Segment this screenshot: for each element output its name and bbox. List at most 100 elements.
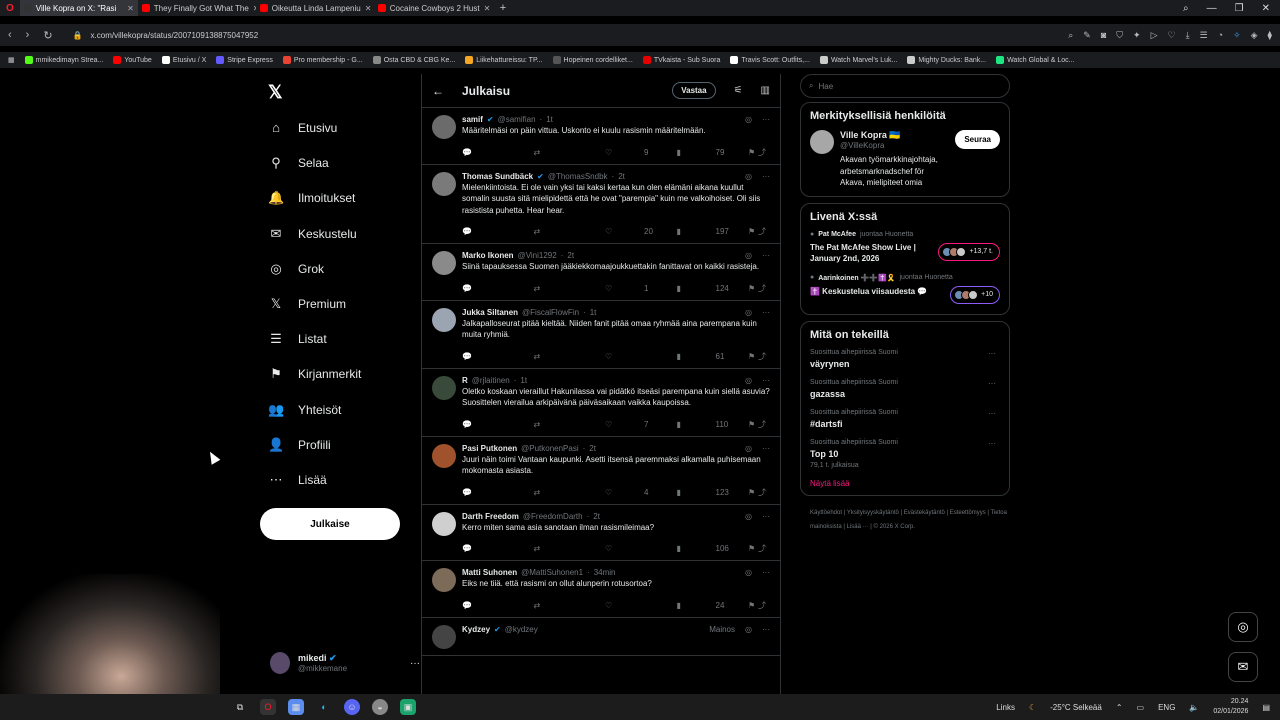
views-action[interactable]: ▮ 61 [677,351,749,362]
bookmark-item[interactable]: Liikehattureissu: TP... [465,56,543,64]
bookmark-action-icon[interactable]: ⚑ [748,543,758,554]
footer-link[interactable]: © 2026 X Corp. [874,524,915,530]
reply-tweet[interactable]: Darth Freedom @FreedomDarth · 2t ◎ ··· Kerro m… [422,505,780,561]
retweet-action[interactable]: ⇄ [534,351,606,362]
author-handle[interactable]: @PutkonenPasi [521,444,579,453]
x-logo-icon[interactable]: 𝕏 [268,82,283,103]
reply-action[interactable]: 💬 [462,419,534,430]
reply-action[interactable]: 💬 [462,147,534,158]
share-icon[interactable]: ⤴ [758,487,768,498]
shield-icon[interactable]: ⛉ [1116,30,1123,41]
author-handle[interactable]: @ThomasSndbk [548,172,608,181]
heart-icon[interactable]: ♡ [1168,30,1176,41]
grok-icon[interactable]: ◎ [745,568,752,577]
discord-icon[interactable]: ☺ [344,699,360,715]
reply-tweet[interactable]: Matti Suhonen @MattiSuhonen1 · 34min ◎ ··· Eik… [422,561,780,618]
bookmark-item[interactable]: Mighty Ducks: Bank... [907,56,986,64]
bookmark-item[interactable]: Etusivu / X [161,56,206,64]
back-icon[interactable]: ‹ [8,29,12,42]
listener-count[interactable]: +13,7 t. [938,242,1000,261]
edit-icon[interactable]: ✎ [1083,30,1091,41]
share-icon[interactable]: ⤴ [758,226,768,237]
bookmark-action-icon[interactable]: ⚑ [748,283,758,294]
new-tab-button[interactable]: + [492,2,514,14]
reply-tweet[interactable]: Thomas Sundbäck ✔ @ThomasSndbk · 2t ◎ ··· Miele… [422,165,780,244]
grok-icon[interactable]: ◎ [745,115,752,124]
author-handle[interactable]: @MattiSuhonen1 [521,568,583,577]
trend-item[interactable]: Suosittua aihepiirissä Suomi gazassa ··· [810,379,1000,399]
search-icon[interactable]: ⌕ [1068,30,1073,41]
bookmark-action-icon[interactable]: ⚑ [748,351,758,362]
grok-icon[interactable]: ◎ [745,444,752,453]
camera-icon[interactable]: ◙ [1101,30,1106,41]
suggested-user[interactable]: Ville Kopra 🇺🇦 @VilleKopra Akavan työmar… [810,130,1000,189]
files-icon[interactable]: ▦ [288,699,304,715]
tray-chevron-icon[interactable]: ⌃ [1116,703,1123,712]
opera-icon[interactable]: O [260,699,276,715]
like-action[interactable]: ♡ 9 [605,147,677,158]
share-icon[interactable]: ⤴ [758,283,768,294]
retweet-action[interactable]: ⇄ [534,283,606,294]
bookmark-item[interactable]: Pro membership - G... [282,56,363,64]
notification-icon[interactable]: ▤ [1262,703,1270,712]
retweet-action[interactable]: ⇄ [534,147,606,158]
like-action[interactable]: ♡ 7 [605,419,677,430]
lock-icon[interactable]: 🔒 [73,31,83,40]
sidebar-item-profiili[interactable]: 👤 Profiili [268,437,331,453]
close-tab-icon[interactable]: ✕ [484,4,491,13]
vpn-icon[interactable]: ◈ [1251,30,1258,41]
tweet-time[interactable]: 34min [594,568,616,577]
browser-tab[interactable]: Oikeutta Linda Lampeniu ✕ [256,0,374,16]
like-action[interactable]: ♡ [605,351,677,362]
views-action[interactable]: ▮ 123 [677,487,749,498]
footer-link[interactable]: Evästekäytäntö [904,510,945,516]
like-action[interactable]: ♡ [605,543,677,554]
like-action[interactable]: ♡ 4 [605,487,677,498]
menu-icon[interactable]: ☰ [1200,30,1208,41]
bookmark-item[interactable]: TVkaista - Sub Suora [642,56,720,64]
grok-icon[interactable]: ◎ [745,376,752,385]
grok-icon[interactable]: ◎ [745,308,752,317]
follow-button[interactable]: Seuraa [955,130,1000,149]
avatar[interactable] [432,375,456,400]
bookmark-action-icon[interactable]: ⚑ [748,600,758,611]
share-icon[interactable]: ⤴ [758,147,768,158]
weather-text[interactable]: -25°C Selkeää [1050,703,1102,712]
bookmark-item[interactable]: Watch Marvel's Luk... [819,56,897,64]
author-name[interactable]: Jukka Siltanen [462,308,518,317]
sidebar-item-grok[interactable]: ◎ Grok [268,261,324,277]
reply-tweet[interactable]: Kydzey ✔ @kydzey Mainos ◎ ··· [422,618,780,656]
language-indicator[interactable]: ENG [1158,703,1175,712]
clock[interactable]: 20.24 02/01/2026 [1213,697,1248,717]
avatar[interactable] [432,115,456,139]
forward-icon[interactable]: › [26,29,30,42]
author-handle[interactable]: @FreedomDarth [523,512,583,521]
more-icon[interactable]: ··· [762,308,770,317]
reply-action[interactable]: 💬 [462,600,534,611]
tweet-time[interactable]: 1t [520,376,527,385]
close-tab-icon[interactable]: ✕ [127,4,134,13]
share-icon[interactable]: ⤴ [758,543,768,554]
more-icon[interactable]: ··· [988,379,996,388]
avatar[interactable] [432,171,456,196]
more-icon[interactable]: ··· [762,568,770,577]
views-action[interactable]: ▮ 106 [677,543,749,554]
layout-icon[interactable]: ▥ [761,85,770,96]
like-action[interactable]: ♡ 20 [605,226,677,237]
bookmark-action-icon[interactable]: ⚑ [748,419,758,430]
sidebar-item-keskustelu[interactable]: ✉ Keskustelu [268,226,357,242]
avatar[interactable] [432,443,456,468]
bookmark-item[interactable]: Stripe Express [216,56,273,64]
grok-icon[interactable]: ◎ [745,172,752,181]
listener-count[interactable]: +10 [950,285,1000,304]
more-icon[interactable]: ··· [762,444,770,453]
bookmark-item[interactable]: Osta CBD & CBG Ke... [372,56,455,64]
bookmark-action-icon[interactable]: ⚑ [748,487,758,498]
sidebar-item-selaa[interactable]: ⚲ Selaa [268,155,328,171]
bookmark-item[interactable]: mmikedimayn Strea... [24,56,103,64]
more-icon[interactable]: ··· [762,376,770,385]
grok-icon[interactable]: ◎ [745,625,752,634]
grok-icon[interactable]: ◎ [745,251,752,260]
avatar[interactable] [432,568,456,592]
more-icon[interactable]: ··· [762,512,770,521]
